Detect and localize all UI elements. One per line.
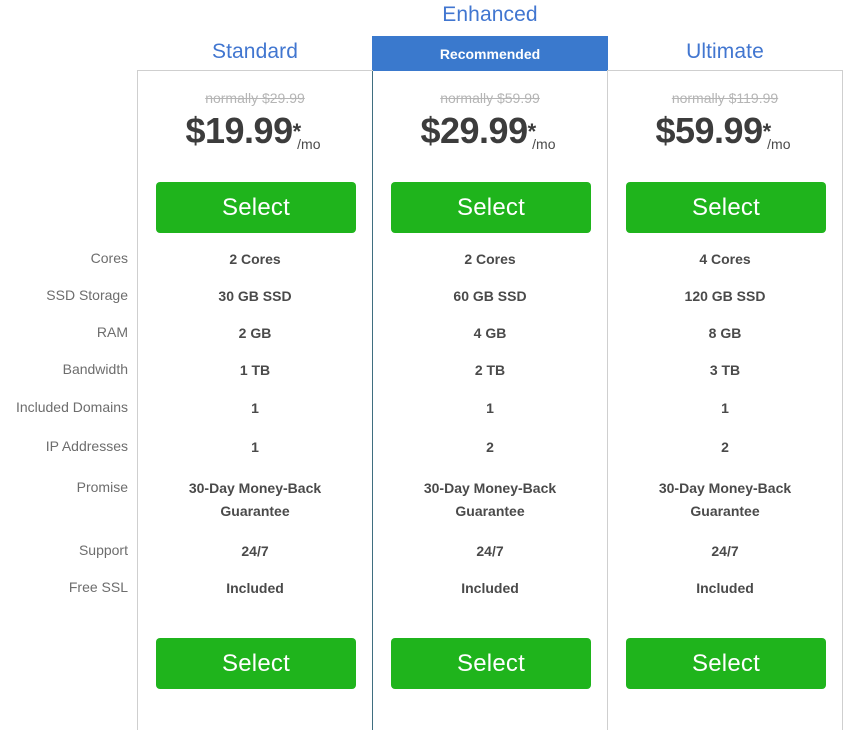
plan-card-enhanced: normally $59.99 $29.99*/mo Select 2 Core… [372, 71, 608, 730]
feature-value-cores: 2 Cores [373, 241, 607, 278]
plan-card-standard: normally $29.99 $19.99*/mo Select 2 Core… [137, 70, 373, 730]
price-block-enhanced: normally $59.99 $29.99*/mo [373, 89, 607, 160]
old-price-ultimate: normally $119.99 [608, 89, 842, 107]
feature-value-included-domains: 1 [608, 389, 842, 427]
feature-value-ram: 8 GB [608, 315, 842, 352]
feature-value-ram: 2 GB [138, 315, 372, 352]
promise-line-2: Guarantee [622, 500, 828, 523]
price-period-enhanced: /mo [532, 136, 555, 152]
select-button-ultimate-top[interactable]: Select [626, 182, 826, 233]
feature-value-ip-addresses: 1 [138, 427, 372, 467]
feature-label-bandwidth: Bandwidth [0, 351, 128, 388]
promise-line-2: Guarantee [152, 500, 358, 523]
feature-values-standard: 2 Cores 30 GB SSD 2 GB 1 TB 1 1 30-Day M… [138, 241, 372, 607]
old-price-standard: normally $29.99 [138, 89, 372, 107]
pricing-table: Standard Enhanced Ultimate Recommended n… [0, 0, 844, 706]
feature-value-bandwidth: 3 TB [608, 352, 842, 389]
feature-value-cores: 4 Cores [608, 241, 842, 278]
feature-label-column: Cores SSD Storage RAM Bandwidth Included… [0, 240, 128, 606]
feature-label-free-ssl: Free SSL [0, 569, 128, 606]
current-price-enhanced: $29.99*/mo [373, 110, 607, 160]
price-amount-standard: $19.99 [185, 110, 292, 151]
promise-line-1: 30-Day Money-Back [189, 480, 321, 496]
feature-value-ip-addresses: 2 [608, 427, 842, 467]
feature-label-cores: Cores [0, 240, 128, 277]
select-button-ultimate-bottom[interactable]: Select [626, 638, 826, 689]
feature-label-ram: RAM [0, 314, 128, 351]
feature-value-ip-addresses: 2 [373, 427, 607, 467]
feature-value-ssd-storage: 60 GB SSD [373, 278, 607, 315]
feature-label-ip-addresses: IP Addresses [0, 426, 128, 466]
recommended-ribbon: Recommended [372, 36, 608, 71]
current-price-standard: $19.99*/mo [138, 110, 372, 160]
price-amount-ultimate: $59.99 [655, 110, 762, 151]
promise-line-1: 30-Day Money-Back [424, 480, 556, 496]
feature-label-promise: Promise [0, 466, 128, 532]
select-button-enhanced-top[interactable]: Select [391, 182, 591, 233]
feature-label-included-domains: Included Domains [0, 388, 128, 426]
feature-value-ram: 4 GB [373, 315, 607, 352]
feature-label-support: Support [0, 532, 128, 569]
price-period-ultimate: /mo [767, 136, 790, 152]
feature-value-included-domains: 1 [373, 389, 607, 427]
feature-value-support: 24/7 [138, 533, 372, 570]
plan-card-ultimate: normally $119.99 $59.99*/mo Select 4 Cor… [607, 70, 843, 730]
feature-value-promise: 30-Day Money-Back Guarantee [138, 467, 372, 533]
feature-value-bandwidth: 1 TB [138, 352, 372, 389]
feature-values-enhanced: 2 Cores 60 GB SSD 4 GB 2 TB 1 2 30-Day M… [373, 241, 607, 607]
select-button-enhanced-bottom[interactable]: Select [391, 638, 591, 689]
feature-value-free-ssl: Included [373, 570, 607, 607]
feature-value-cores: 2 Cores [138, 241, 372, 278]
price-block-ultimate: normally $119.99 $59.99*/mo [608, 89, 842, 160]
feature-value-ssd-storage: 120 GB SSD [608, 278, 842, 315]
promise-line-2: Guarantee [387, 500, 593, 523]
old-price-enhanced: normally $59.99 [373, 89, 607, 107]
feature-value-support: 24/7 [373, 533, 607, 570]
feature-value-free-ssl: Included [608, 570, 842, 607]
price-period-standard: /mo [297, 136, 320, 152]
feature-label-ssd-storage: SSD Storage [0, 277, 128, 314]
plan-title-enhanced: Enhanced [372, 3, 608, 27]
feature-values-ultimate: 4 Cores 120 GB SSD 8 GB 3 TB 1 2 30-Day … [608, 241, 842, 607]
feature-value-included-domains: 1 [138, 389, 372, 427]
select-button-standard-bottom[interactable]: Select [156, 638, 356, 689]
feature-value-bandwidth: 2 TB [373, 352, 607, 389]
promise-line-1: 30-Day Money-Back [659, 480, 791, 496]
feature-value-promise: 30-Day Money-Back Guarantee [608, 467, 842, 533]
feature-value-support: 24/7 [608, 533, 842, 570]
plan-title-ultimate: Ultimate [607, 40, 843, 64]
price-amount-enhanced: $29.99 [420, 110, 527, 151]
feature-value-free-ssl: Included [138, 570, 372, 607]
price-block-standard: normally $29.99 $19.99*/mo [138, 89, 372, 160]
plan-title-standard: Standard [137, 40, 373, 64]
feature-value-ssd-storage: 30 GB SSD [138, 278, 372, 315]
feature-value-promise: 30-Day Money-Back Guarantee [373, 467, 607, 533]
select-button-standard-top[interactable]: Select [156, 182, 356, 233]
current-price-ultimate: $59.99*/mo [608, 110, 842, 160]
